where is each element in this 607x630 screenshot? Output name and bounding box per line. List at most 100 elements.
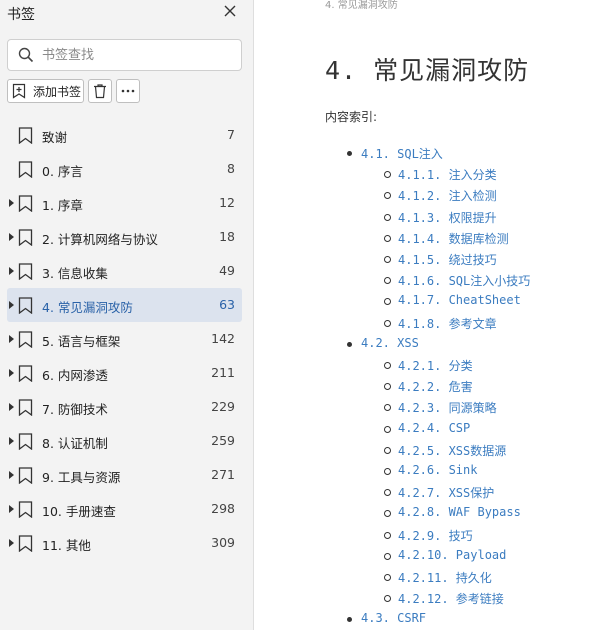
bookmark-item[interactable]: 致谢 7 bbox=[7, 118, 242, 152]
bookmark-search-input[interactable] bbox=[42, 45, 232, 65]
bookmark-item[interactable]: 5. 语言与框架 142 bbox=[7, 322, 242, 356]
bookmark-icon bbox=[18, 365, 33, 382]
bookmark-page-number: 18 bbox=[219, 229, 235, 244]
expand-arrow-icon[interactable] bbox=[9, 233, 14, 241]
bookmark-label: 8. 认证机制 bbox=[42, 436, 108, 451]
bookmark-page-number: 229 bbox=[211, 399, 235, 414]
bookmark-item[interactable]: 0. 序言 8 bbox=[7, 152, 242, 186]
bookmark-label: 10. 手册速查 bbox=[42, 504, 116, 519]
toc-subsection-link[interactable]: 4.2.6. Sink bbox=[383, 463, 477, 477]
bookmark-label: 7. 防御技术 bbox=[42, 402, 108, 417]
toc-section-link[interactable]: 4.3. CSRF bbox=[346, 611, 426, 625]
bookmark-icon bbox=[18, 399, 33, 416]
expand-arrow-icon[interactable] bbox=[9, 335, 14, 343]
bookmark-page-number: 211 bbox=[211, 365, 235, 380]
more-options-button[interactable] bbox=[116, 79, 140, 103]
toc-intro: 内容索引: bbox=[325, 110, 378, 124]
bookmark-page-number: 8 bbox=[227, 161, 235, 176]
bookmark-label: 11. 其他 bbox=[42, 538, 91, 553]
toc-subsection-link[interactable]: 4.2.8. WAF Bypass bbox=[384, 505, 521, 519]
toc-subsection-link[interactable]: 4.2.10. Payload bbox=[383, 548, 506, 562]
bookmark-page-number: 309 bbox=[211, 535, 235, 550]
bookmark-item[interactable]: 10. 手册速查 298 bbox=[7, 492, 242, 526]
sidebar-title: 书签 bbox=[7, 7, 35, 23]
bookmark-label: 致谢 bbox=[42, 130, 68, 145]
search-icon bbox=[18, 47, 34, 63]
expand-arrow-icon[interactable] bbox=[9, 539, 14, 547]
bookmark-list: 致谢 7 0. 序言 8 1. 序章 12 2. 计算机网络与协议 18 3. 信息收集 49 4.… bbox=[7, 118, 242, 560]
bookmark-icon bbox=[18, 229, 33, 246]
bookmark-page-number: 142 bbox=[211, 331, 235, 346]
toc-subsection-link[interactable]: 4.2.4. CSP bbox=[383, 421, 470, 435]
bookmark-icon bbox=[18, 535, 33, 552]
bookmark-item[interactable]: 2. 计算机网络与协议 18 bbox=[7, 220, 242, 254]
bookmark-page-number: 271 bbox=[211, 467, 235, 482]
toc-subsection-link[interactable]: 4.1.7. CheatSheet bbox=[384, 293, 521, 307]
expand-arrow-icon[interactable] bbox=[9, 471, 14, 479]
bookmark-page-number: 49 bbox=[219, 263, 235, 278]
bookmark-icon bbox=[18, 127, 33, 144]
bookmark-label: 4. 常见漏洞攻防 bbox=[42, 300, 133, 315]
toc-subsection-link[interactable]: 4.1.1. 注入分类 bbox=[384, 166, 497, 183]
bookmark-item[interactable]: 7. 防御技术 229 bbox=[7, 390, 242, 424]
toc-subsection-link[interactable]: 4.2.2. 危害 bbox=[384, 378, 473, 395]
toc-subsection-link[interactable]: 4.2.7. XSS保护 bbox=[383, 484, 494, 501]
bookmark-page-number: 7 bbox=[227, 127, 235, 142]
delete-bookmark-button[interactable] bbox=[88, 79, 112, 103]
bookmark-item[interactable]: 11. 其他 309 bbox=[7, 526, 242, 560]
bookmark-icon bbox=[18, 297, 33, 314]
bookmark-icon bbox=[18, 433, 33, 450]
toc-subsection-link[interactable]: 4.1.5. 绕过技巧 bbox=[384, 251, 497, 268]
bookmark-item[interactable]: 3. 信息收集 49 bbox=[7, 254, 242, 288]
bookmark-item[interactable]: 9. 工具与资源 271 bbox=[7, 458, 242, 492]
toc-subsection-link[interactable]: 4.1.6. SQL注入小技巧 bbox=[383, 272, 530, 289]
expand-arrow-icon[interactable] bbox=[9, 403, 14, 411]
bookmark-icon bbox=[18, 501, 33, 518]
close-icon[interactable] bbox=[222, 3, 238, 19]
toc-subsection-link[interactable]: 4.1.2. 注入检测 bbox=[384, 187, 497, 204]
toc-subsection-link[interactable]: 4.2.1. 分类 bbox=[384, 357, 473, 374]
document-page: 4. 常见漏洞攻防 4. 常见漏洞攻防 内容索引: 4.1. SQL注入 4.1.… bbox=[255, 0, 607, 630]
bookmark-sidebar: 书签 添加书签 致谢 7 0. 序言 8 1. 序章 12 2. 计算机网络与协议 18 3. … bbox=[0, 0, 254, 630]
bookmark-label: 2. 计算机网络与协议 bbox=[42, 232, 158, 247]
toc-subsection-link[interactable]: 4.2.5. XSS数据源 bbox=[383, 442, 506, 459]
add-bookmark-icon bbox=[12, 83, 26, 99]
bookmark-label: 0. 序言 bbox=[42, 164, 83, 179]
bookmark-icon bbox=[18, 195, 33, 212]
expand-arrow-icon[interactable] bbox=[9, 505, 14, 513]
toc-subsection-link[interactable]: 4.2.9. 技巧 bbox=[384, 527, 473, 544]
expand-arrow-icon[interactable] bbox=[9, 437, 14, 445]
bookmark-label: 1. 序章 bbox=[42, 198, 83, 213]
bookmark-label: 5. 语言与框架 bbox=[42, 334, 121, 349]
toc-subsection-link[interactable]: 4.2.3. 同源策略 bbox=[384, 399, 497, 416]
expand-arrow-icon[interactable] bbox=[9, 301, 14, 309]
add-bookmark-label: 添加书签 bbox=[33, 84, 82, 99]
bookmark-page-number: 63 bbox=[219, 297, 235, 312]
expand-arrow-icon[interactable] bbox=[9, 369, 14, 377]
bookmark-icon bbox=[18, 467, 33, 484]
bookmark-item[interactable]: 6. 内网渗透 211 bbox=[7, 356, 242, 390]
expand-arrow-icon[interactable] bbox=[9, 267, 14, 275]
bookmark-page-number: 298 bbox=[211, 501, 235, 516]
toc-section-link[interactable]: 4.2. XSS bbox=[347, 336, 419, 350]
bookmark-label: 6. 内网渗透 bbox=[42, 368, 108, 383]
toc-section-link[interactable]: 4.1. SQL注入 bbox=[347, 145, 443, 162]
toc-subsection-link[interactable]: 4.2.11. 持久化 bbox=[384, 569, 492, 586]
bookmark-page-number: 259 bbox=[211, 433, 235, 448]
bookmark-item[interactable]: 8. 认证机制 259 bbox=[7, 424, 242, 458]
bookmark-item[interactable]: 4. 常见漏洞攻防 63 bbox=[7, 288, 242, 322]
more-icon bbox=[121, 89, 135, 93]
bookmark-page-number: 12 bbox=[219, 195, 235, 210]
expand-arrow-icon[interactable] bbox=[9, 199, 14, 207]
bookmark-icon bbox=[18, 263, 33, 280]
trash-icon bbox=[94, 84, 106, 99]
bookmark-label: 3. 信息收集 bbox=[42, 266, 108, 281]
toc-subsection-link[interactable]: 4.1.8. 参考文章 bbox=[384, 315, 497, 332]
bookmark-item[interactable]: 1. 序章 12 bbox=[7, 186, 242, 220]
toc-subsection-link[interactable]: 4.1.4. 数据库检测 bbox=[384, 230, 509, 247]
toc-subsection-link[interactable]: 4.1.3. 权限提升 bbox=[384, 209, 497, 226]
bookmark-search-box[interactable] bbox=[7, 39, 242, 71]
bookmark-label: 9. 工具与资源 bbox=[42, 470, 121, 485]
toc-subsection-link[interactable]: 4.2.12. 参考链接 bbox=[384, 590, 504, 607]
add-bookmark-button[interactable]: 添加书签 bbox=[7, 79, 84, 103]
